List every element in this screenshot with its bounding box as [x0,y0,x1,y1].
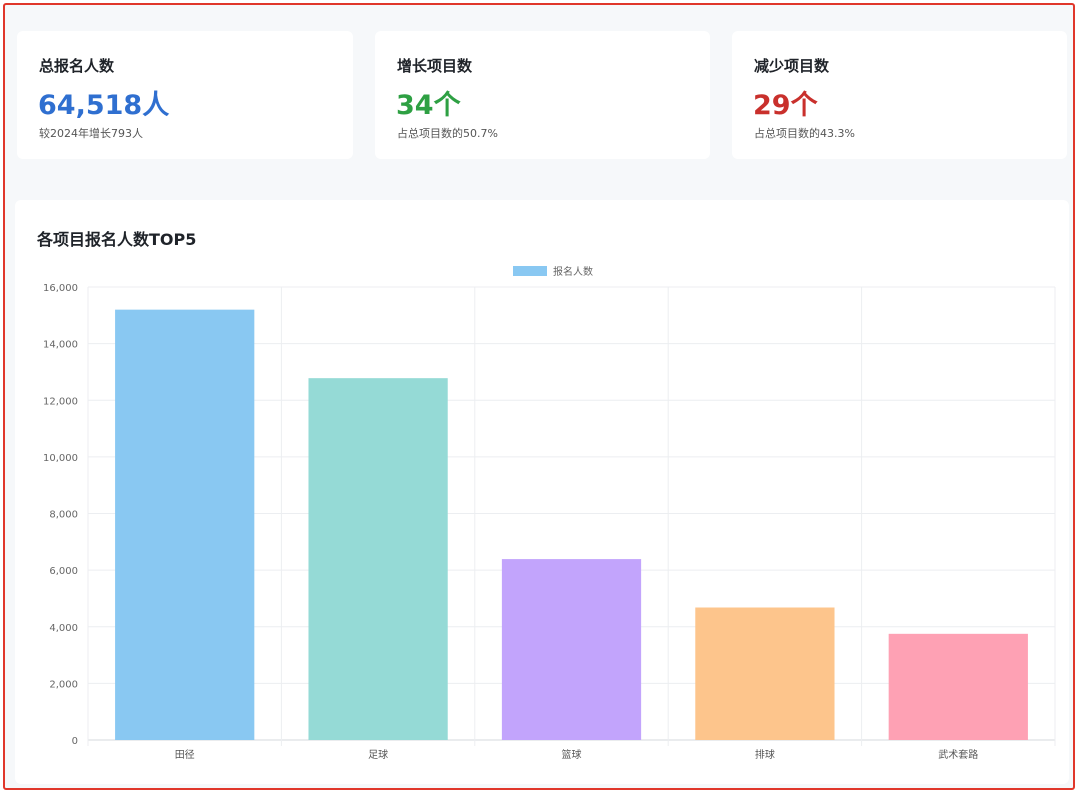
bar [888,633,1028,740]
y-tick-label: 4,000 [49,623,78,634]
stat-card-total: 总报名人数 64,518人 较2024年增长793人 [17,31,353,159]
stat-note: 占总项目数的50.7% [397,127,498,140]
bar [695,607,835,740]
stat-title: 减少项目数 [754,57,830,75]
x-tick-label: 足球 [368,748,388,761]
x-tick-label: 排球 [755,748,775,761]
y-tick-label: 10,000 [43,453,78,464]
stat-note: 较2024年增长793人 [39,127,143,140]
y-tick-label: 8,000 [49,510,78,521]
bar [115,309,255,740]
y-tick-label: 14,000 [43,340,78,351]
y-tick-label: 6,000 [49,566,78,577]
stat-card-decline: 减少项目数 29个 占总项目数的43.3% [732,31,1067,159]
chart-card: 各项目报名人数TOP5 0 2,000 4,000 6,000 8,000 10,000 1… [15,200,1069,784]
bar [308,378,448,740]
x-tick-label: 武术套路 [938,748,978,761]
y-tick-label: 16,000 [43,283,78,294]
dashboard-frame: 总报名人数 64,518人 较2024年增长793人 增长项目数 34个 占总项… [3,3,1075,790]
stat-note: 占总项目数的43.3% [754,127,855,140]
stat-value: 29个 [753,90,818,121]
bar [501,559,642,740]
y-tick-label: 0 [72,736,78,747]
stat-card-growth: 增长项目数 34个 占总项目数的50.7% [375,31,710,159]
y-tick-label: 12,000 [43,396,78,407]
stat-value: 64,518人 [38,90,170,121]
stat-title: 总报名人数 [39,57,115,75]
stat-value: 34个 [396,90,461,121]
bar-chart: 0 2,000 4,000 6,000 8,000 10,000 12,000 14,000 1… [43,265,1056,761]
y-tick-label: 2,000 [49,679,78,690]
x-tick-label: 田径 [175,748,195,761]
legend-swatch [513,266,547,276]
stat-title: 增长项目数 [397,57,473,75]
legend-label: 报名人数 [553,265,593,278]
x-tick-label: 篮球 [562,748,582,761]
